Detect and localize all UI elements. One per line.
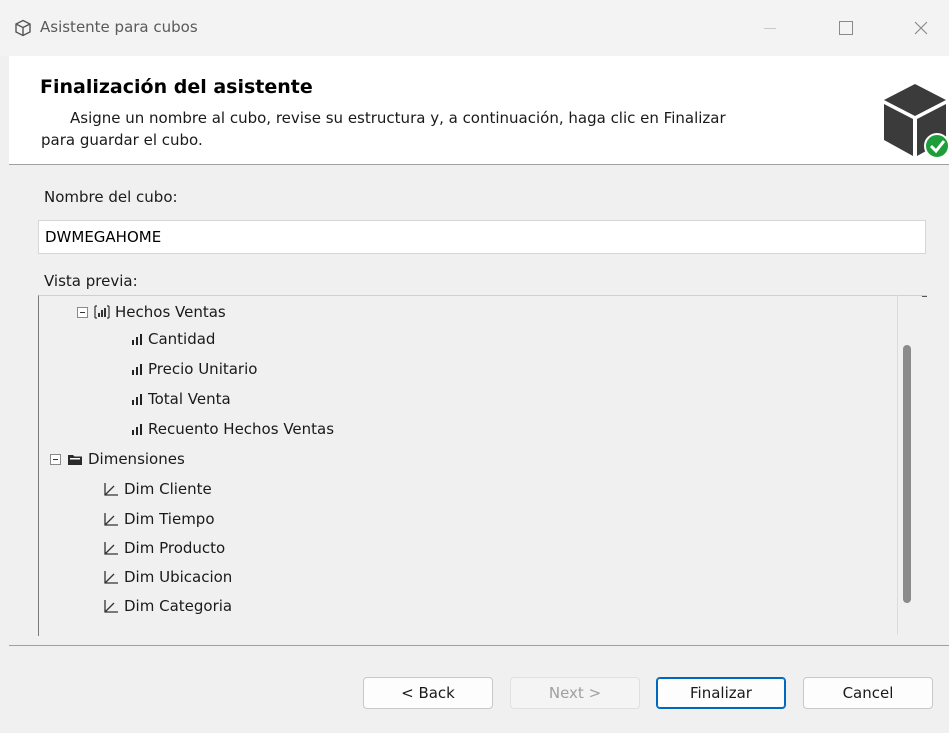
page-description: Asigne un nombre al cubo, revise su estr… xyxy=(41,107,850,151)
tree-item-measure[interactable]: Precio Unitario xyxy=(131,358,257,380)
maximize-button[interactable] xyxy=(816,0,876,56)
dimension-icon xyxy=(104,570,118,584)
minimize-icon xyxy=(764,27,776,29)
tree-item-label: Hechos Ventas xyxy=(115,303,226,321)
cube-check-icon xyxy=(884,84,949,158)
back-button[interactable]: < Back xyxy=(363,677,493,709)
minimize-button[interactable] xyxy=(740,0,800,56)
maximize-icon xyxy=(839,21,853,35)
tree-item-dimension[interactable]: Dim Cliente xyxy=(103,478,212,500)
window-title: Asistente para cubos xyxy=(40,18,198,36)
tree-item-dimensions-folder[interactable]: Dimensiones xyxy=(50,448,185,470)
wizard-window: Asistente para cubos Finalización del as… xyxy=(0,0,949,733)
collapse-toggle[interactable] xyxy=(77,306,88,318)
cube-name-label: Nombre del cubo: xyxy=(44,188,178,206)
tree-item-label: Dim Producto xyxy=(124,539,226,557)
tree-item-label: Precio Unitario xyxy=(148,360,258,378)
page-title: Finalización del asistente xyxy=(40,76,313,98)
tree-item-label: Cantidad xyxy=(148,330,216,348)
scrollbar-track[interactable] xyxy=(897,295,927,635)
folder-icon xyxy=(68,454,82,465)
tree-item-measure-group[interactable]: Hechos Ventas xyxy=(77,301,226,323)
tree-item-label: Dim Categoria xyxy=(124,597,233,615)
tree-item-measure[interactable]: Recuento Hechos Ventas xyxy=(131,418,334,440)
measure-icon xyxy=(132,424,142,435)
close-button[interactable] xyxy=(892,0,949,56)
tree-item-dimension[interactable]: Dim Categoria xyxy=(103,595,232,617)
collapse-toggle[interactable] xyxy=(50,453,61,465)
dimension-icon xyxy=(104,512,118,526)
dimension-icon xyxy=(104,482,118,496)
tree-item-measure[interactable]: Cantidad xyxy=(131,328,215,350)
measure-icon xyxy=(132,334,142,345)
tree-item-dimension[interactable]: Dim Ubicacion xyxy=(103,566,232,588)
dimension-icon xyxy=(104,541,118,555)
description-line-2: para guardar el cubo. xyxy=(41,131,203,149)
measure-group-icon xyxy=(94,305,110,319)
dimension-icon xyxy=(104,599,118,613)
scrollbar-thumb[interactable] xyxy=(903,345,911,603)
title-bar: Asistente para cubos xyxy=(0,0,949,56)
wizard-header: Finalización del asistente Asigne un nom… xyxy=(9,56,949,165)
cancel-button[interactable]: Cancel xyxy=(803,677,933,709)
tree-item-measure[interactable]: Total Venta xyxy=(131,388,231,410)
description-line-1: Asigne un nombre al cubo, revise su estr… xyxy=(70,109,726,127)
close-icon xyxy=(914,21,927,35)
tree-item-label: Dim Cliente xyxy=(124,480,212,498)
tree-item-label: Recuento Hechos Ventas xyxy=(148,420,335,438)
cube-outline-icon xyxy=(15,19,31,37)
tree-item-label: Dimensiones xyxy=(88,450,185,468)
finish-button[interactable]: Finalizar xyxy=(656,677,786,709)
tree-item-label: Dim Tiempo xyxy=(124,510,215,528)
tree-item-label: Total Venta xyxy=(148,390,231,408)
tree-item-label: Dim Ubicacion xyxy=(124,568,233,586)
tree-item-dimension[interactable]: Dim Tiempo xyxy=(103,508,215,530)
next-button[interactable]: Next > xyxy=(510,677,640,709)
measure-icon xyxy=(132,364,142,375)
cube-name-input[interactable]: DWMEGAHOME xyxy=(38,220,926,254)
preview-label: Vista previa: xyxy=(44,272,138,290)
measure-icon xyxy=(132,394,142,405)
tree-item-dimension[interactable]: Dim Producto xyxy=(103,537,225,559)
